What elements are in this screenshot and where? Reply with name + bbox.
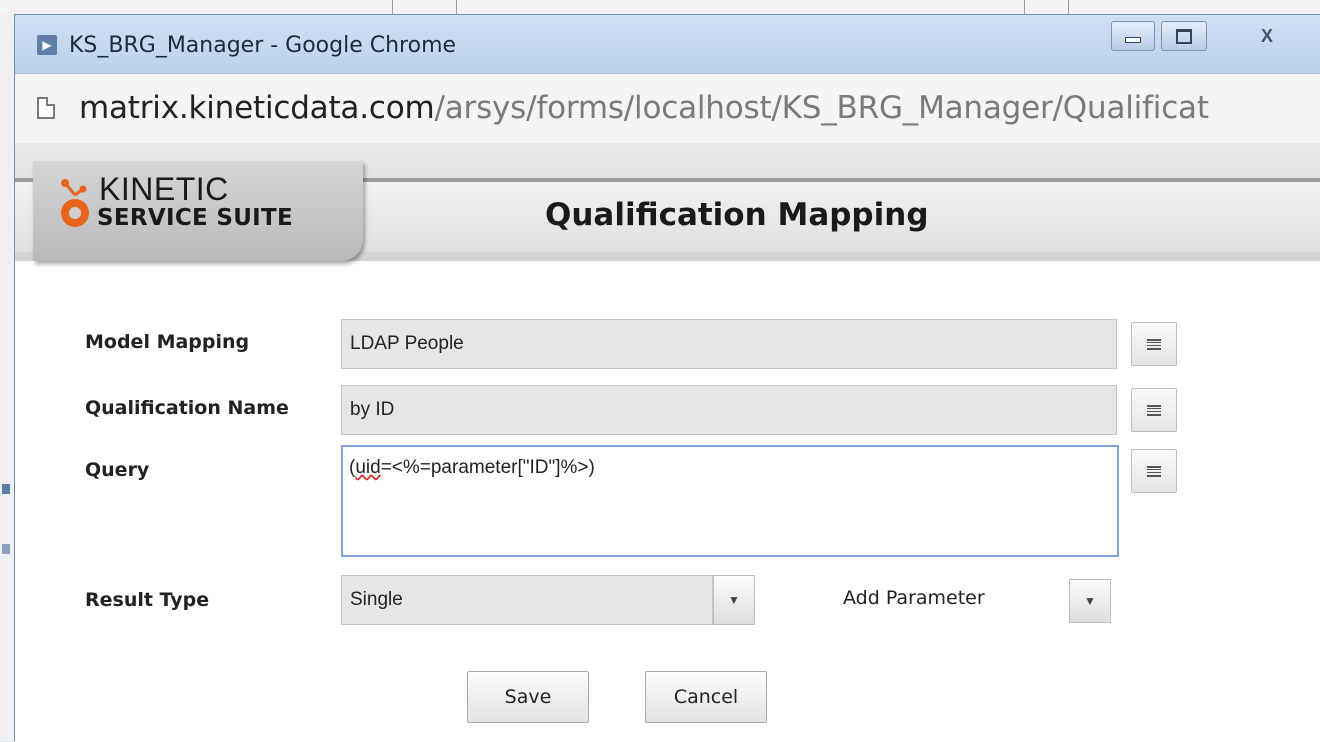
model-mapping-field[interactable]: LDAP People — [341, 319, 1117, 369]
url-text[interactable]: matrix.kineticdata.com/arsys/forms/local… — [79, 90, 1209, 126]
qualification-name-menu-button[interactable] — [1131, 388, 1177, 432]
query-text-misspelled: uid — [355, 457, 381, 478]
form-content: KINETIC SERVICE SUITE Qualification Mapp… — [15, 143, 1320, 742]
url-path: /arsys/forms/localhost/KS_BRG_Manager/Qu… — [434, 90, 1210, 126]
background-page-strip — [0, 0, 1320, 15]
title-bar[interactable]: ▶ KS_BRG_Manager - Google Chrome X — [15, 15, 1320, 73]
list-icon — [1147, 465, 1161, 477]
result-type-select[interactable]: Single — [341, 575, 713, 625]
chrome-popup-window: ▶ KS_BRG_Manager - Google Chrome X matri… — [14, 14, 1320, 742]
save-button[interactable]: Save — [467, 671, 589, 723]
logo-tab: KINETIC SERVICE SUITE — [33, 161, 363, 261]
query-label: Query — [85, 459, 150, 481]
qualification-name-field[interactable]: by ID — [341, 385, 1117, 435]
model-mapping-label: Model Mapping — [85, 331, 250, 353]
window-title: KS_BRG_Manager - Google Chrome — [69, 33, 457, 58]
kinetic-logo-icon — [61, 179, 89, 227]
logo-suite-text: SERVICE SUITE — [97, 205, 294, 231]
qualification-name-label: Qualification Name — [85, 397, 289, 419]
result-type-value: Single — [350, 589, 403, 610]
background-column-divider — [1068, 0, 1069, 14]
logo-kinetic-text: KINETIC — [99, 171, 229, 207]
background-column-divider — [456, 0, 457, 14]
query-text-rest: =<%=parameter["ID"]%>) — [380, 457, 595, 478]
url-host: matrix.kineticdata.com — [79, 90, 435, 126]
close-icon: X — [1260, 25, 1273, 46]
query-menu-button[interactable] — [1131, 449, 1177, 493]
result-type-label: Result Type — [85, 589, 210, 611]
background-fragment — [2, 484, 10, 494]
model-mapping-menu-button[interactable] — [1131, 322, 1177, 366]
page-title: Qualification Mapping — [545, 197, 929, 233]
background-fragment — [2, 544, 10, 554]
minimize-button[interactable] — [1111, 21, 1155, 51]
maximize-button[interactable] — [1161, 21, 1207, 51]
close-button[interactable]: X — [1213, 21, 1320, 51]
header-band: KINETIC SERVICE SUITE Qualification Mapp… — [15, 143, 1320, 261]
address-bar[interactable]: matrix.kineticdata.com/arsys/forms/local… — [15, 73, 1320, 145]
minimize-icon — [1125, 37, 1141, 43]
background-column-divider — [392, 0, 393, 14]
page-icon — [37, 97, 55, 119]
add-parameter-label: Add Parameter — [843, 587, 985, 609]
chevron-down-icon: ▼ — [728, 593, 740, 607]
model-mapping-value: LDAP People — [350, 333, 464, 354]
list-icon — [1147, 404, 1161, 416]
cancel-button[interactable]: Cancel — [645, 671, 767, 723]
list-icon — [1147, 338, 1161, 350]
maximize-icon — [1176, 28, 1192, 44]
add-parameter-dropdown-button[interactable]: ▼ — [1069, 579, 1111, 623]
query-textarea[interactable]: (uid=<%=parameter["ID"]%>) — [341, 445, 1119, 557]
play-icon: ▶ — [37, 35, 57, 55]
background-column-divider — [1024, 0, 1025, 14]
chevron-down-icon: ▼ — [1084, 594, 1096, 608]
result-type-dropdown-button[interactable]: ▼ — [713, 575, 755, 625]
qualification-name-value: by ID — [350, 399, 395, 420]
